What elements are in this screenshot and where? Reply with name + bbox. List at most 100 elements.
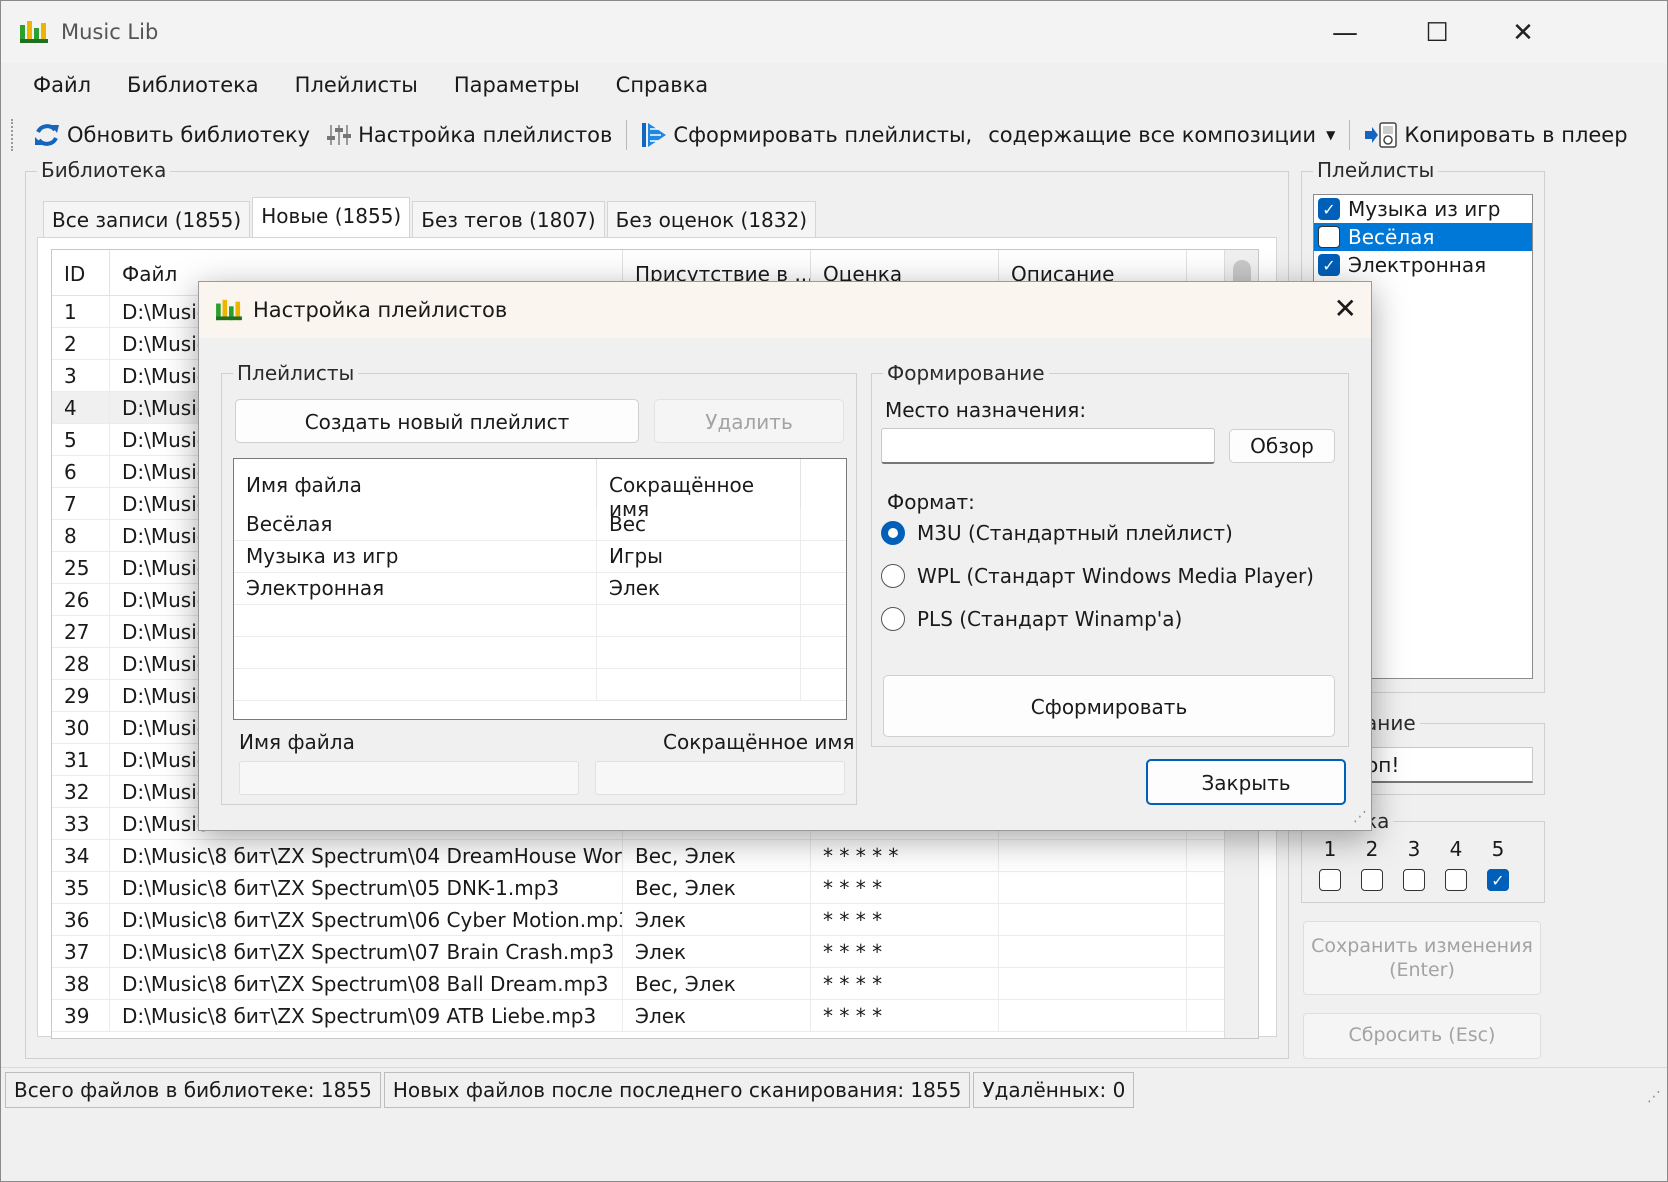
playlist-item-label: Музыка из игр bbox=[1348, 197, 1501, 221]
rating-checkbox[interactable] bbox=[1445, 869, 1467, 891]
cell-filler bbox=[1187, 968, 1223, 999]
refresh-library-label: Обновить библиотеку bbox=[67, 123, 311, 147]
reset-button[interactable]: Сбросить (Esc) bbox=[1303, 1013, 1541, 1059]
filename-field[interactable] bbox=[239, 761, 579, 795]
rating-checkbox[interactable]: ✓ bbox=[1487, 869, 1509, 891]
status-new-files: Новых файлов после последнего сканирован… bbox=[383, 1072, 971, 1108]
table-row[interactable]: 39 D:\Music\8 бит\ZX Spectrum\09 ATB Lieb… bbox=[52, 1000, 1258, 1032]
column-header-shortname[interactable]: Сокращённое имя bbox=[597, 459, 801, 521]
close-button[interactable]: ✕ bbox=[1477, 11, 1569, 55]
rating-checkbox[interactable] bbox=[1319, 869, 1341, 891]
build-playlists-label: Сформировать плейлисты, bbox=[673, 123, 973, 147]
build-group-label: Формирование bbox=[883, 361, 1049, 385]
cell-filler bbox=[801, 605, 846, 636]
playlist-settings-button[interactable]: Настройка плейлистов bbox=[318, 122, 620, 148]
tab-all[interactable]: Все записи (1855) bbox=[43, 201, 251, 239]
chevron-down-icon: ▼ bbox=[1326, 128, 1336, 142]
format-radio-label: WPL (Стандарт Windows Media Player) bbox=[917, 564, 1314, 588]
column-header-id[interactable]: ID bbox=[52, 250, 110, 295]
radio-button[interactable] bbox=[881, 521, 905, 545]
table-row[interactable]: 36 D:\Music\8 бит\ZX Spectrum\06 Cyber Mo… bbox=[52, 904, 1258, 936]
destination-input[interactable] bbox=[881, 428, 1215, 464]
cell-description bbox=[999, 968, 1187, 999]
build-mode-dropdown[interactable]: содержащие все композиции ▼ bbox=[980, 123, 1343, 147]
tab-new[interactable]: Новые (1855) bbox=[252, 197, 411, 239]
cell-description bbox=[999, 936, 1187, 967]
playlist-table-row[interactable] bbox=[234, 605, 846, 637]
table-row[interactable]: 37 D:\Music\8 бит\ZX Spectrum\07 Brain Cr… bbox=[52, 936, 1258, 968]
format-radio-option[interactable]: PLS (Стандарт Winamp'а) bbox=[881, 607, 1182, 631]
playlist-item[interactable]: ✓ Музыка из игр bbox=[1314, 195, 1532, 223]
table-row[interactable]: 34 D:\Music\8 бит\ZX Spectrum\04 DreamHou… bbox=[52, 840, 1258, 872]
cell-filename bbox=[234, 637, 597, 668]
build-playlist-icon bbox=[642, 123, 667, 147]
tab-untagged[interactable]: Без тегов (1807) bbox=[412, 201, 605, 239]
minimize-button[interactable]: — bbox=[1299, 11, 1391, 55]
playlist-table-row[interactable] bbox=[234, 669, 846, 701]
create-playlist-button[interactable]: Создать новый плейлист bbox=[235, 399, 639, 443]
cell-file: D:\Music\8 бит\ZX Spectrum\08 Ball Dream… bbox=[110, 968, 623, 999]
copy-to-player-icon bbox=[1365, 122, 1398, 148]
copy-to-player-button[interactable]: Копировать в плеер bbox=[1356, 121, 1635, 149]
cell-id: 37 bbox=[52, 936, 110, 967]
table-row[interactable]: 35 D:\Music\8 бит\ZX Spectrum\05 DNK-1.mp… bbox=[52, 872, 1258, 904]
menu-file[interactable]: Файл bbox=[15, 65, 109, 109]
maximize-button[interactable]: ☐ bbox=[1391, 11, 1483, 55]
refresh-library-button[interactable]: Обновить библиотеку bbox=[25, 121, 318, 149]
playlist-table-row[interactable]: Весёлая Вес bbox=[234, 509, 846, 541]
cell-filler bbox=[801, 669, 846, 700]
playlist-checkbox[interactable]: ✓ bbox=[1318, 254, 1340, 276]
cell-filler bbox=[1187, 872, 1223, 903]
radio-button[interactable] bbox=[881, 607, 905, 631]
cell-id: 5 bbox=[52, 424, 110, 455]
cell-rating: * * * * bbox=[811, 1000, 999, 1031]
menu-help[interactable]: Справка bbox=[598, 65, 727, 109]
cell-filler bbox=[801, 541, 846, 572]
rating-checkbox[interactable] bbox=[1403, 869, 1425, 891]
format-radio-option[interactable]: M3U (Стандартный плейлист) bbox=[881, 521, 1233, 545]
format-radio-option[interactable]: WPL (Стандарт Windows Media Player) bbox=[881, 564, 1314, 588]
playlist-item[interactable]: ✓ Электронная bbox=[1314, 251, 1532, 279]
menu-library[interactable]: Библиотека bbox=[109, 65, 277, 109]
resize-grip-icon[interactable]: ⋰ bbox=[1647, 1089, 1661, 1105]
cell-filler bbox=[801, 573, 846, 604]
browse-button[interactable]: Обзор bbox=[1229, 429, 1335, 463]
cell-rating: * * * * bbox=[811, 872, 999, 903]
dialog-resize-grip-icon[interactable]: ⋰ bbox=[1353, 809, 1367, 825]
close-dialog-button[interactable]: Закрыть bbox=[1146, 759, 1346, 805]
menu-playlists[interactable]: Плейлисты bbox=[277, 65, 436, 109]
build-button[interactable]: Сформировать bbox=[883, 675, 1335, 737]
rating-checkbox[interactable] bbox=[1361, 869, 1383, 891]
rating-checkboxes: 1 2 3 4 5 ✓ bbox=[1319, 837, 1509, 891]
menu-bar: Файл Библиотека Плейлисты Параметры Спра… bbox=[1, 65, 1667, 109]
playlist-table-row[interactable] bbox=[234, 637, 846, 669]
library-group-label: Библиотека bbox=[37, 158, 171, 182]
playlist-item-label: Весёлая bbox=[1348, 225, 1435, 249]
cell-description bbox=[999, 904, 1187, 935]
tab-unrated[interactable]: Без оценок (1832) bbox=[606, 201, 817, 239]
dialog-close-icon[interactable]: ✕ bbox=[1334, 292, 1357, 325]
playlist-item[interactable]: Весёлая bbox=[1314, 223, 1532, 251]
playlist-table[interactable]: Имя файла Сокращённое имя Весёлая Вес Музы… bbox=[233, 458, 847, 720]
delete-playlist-button[interactable]: Удалить bbox=[654, 399, 844, 443]
column-header-filename[interactable]: Имя файла bbox=[234, 459, 597, 509]
library-tabs: Все записи (1855) Новые (1855) Без тегов… bbox=[43, 197, 818, 239]
playlist-table-row[interactable]: Электронная Элек bbox=[234, 573, 846, 605]
menu-settings[interactable]: Параметры bbox=[436, 65, 598, 109]
cell-description bbox=[999, 840, 1187, 871]
toolbar-separator bbox=[626, 120, 628, 150]
rating-label: 4 bbox=[1449, 837, 1463, 861]
playlist-table-row[interactable]: Музыка из игр Игры bbox=[234, 541, 846, 573]
status-total-files: Всего файлов в библиотеке: 1855 bbox=[5, 1072, 381, 1108]
main-window: Music Lib — ☐ ✕ Файл Библиотека Плейлист… bbox=[0, 0, 1668, 1182]
build-playlists-button[interactable]: Сформировать плейлисты, bbox=[633, 121, 980, 149]
app-icon bbox=[216, 299, 242, 321]
shortname-field[interactable] bbox=[595, 761, 845, 795]
cell-filler bbox=[801, 637, 846, 668]
playlist-checkbox[interactable]: ✓ bbox=[1318, 198, 1340, 220]
save-changes-button[interactable]: Сохранить изменения (Enter) bbox=[1303, 921, 1541, 995]
playlist-checkbox[interactable] bbox=[1318, 226, 1340, 248]
table-row[interactable]: 38 D:\Music\8 бит\ZX Spectrum\08 Ball Dre… bbox=[52, 968, 1258, 1000]
radio-button[interactable] bbox=[881, 564, 905, 588]
cell-id: 26 bbox=[52, 584, 110, 615]
